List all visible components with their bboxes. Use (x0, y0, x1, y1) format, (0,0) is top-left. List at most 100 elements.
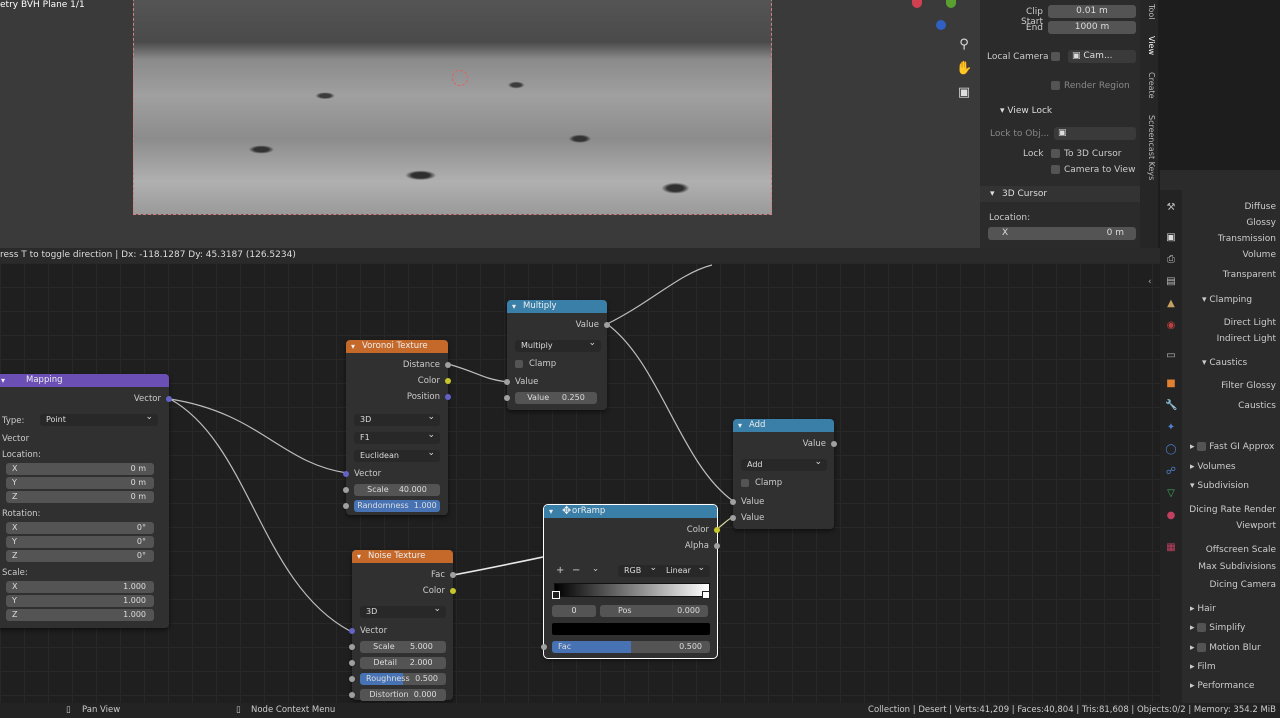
voronoi-metric-dropdown[interactable]: Euclidean (354, 447, 440, 462)
voronoi-header[interactable]: Voronoi Texture (346, 340, 448, 353)
sidebar-toggle-icon[interactable]: ‹ (1148, 277, 1152, 287)
clip-start-field[interactable]: 0.01 m (1048, 5, 1136, 18)
noise-fac-socket[interactable] (450, 572, 456, 578)
mapping-loc-x[interactable]: X 0 m (6, 463, 154, 475)
colorramp-mode-dropdown[interactable]: RGB (618, 562, 662, 577)
tab-create[interactable]: Create (1142, 72, 1156, 99)
simplify-panel-header[interactable]: ▸ Simplify (1190, 623, 1245, 633)
colorramp-node[interactable]: orRamp ✥ Color Alpha + − ⌄ RGB Linear 0 … (541, 504, 720, 659)
voronoi-scale-field[interactable]: Scale 40.000 (354, 484, 440, 496)
mapping-rot-z[interactable]: Z 0° (6, 550, 154, 562)
object-data-icon[interactable]: ▽ (1165, 488, 1177, 500)
noise-vector-socket[interactable] (349, 628, 355, 634)
fast-gi-checkbox[interactable] (1197, 442, 1207, 451)
gizmo-y-icon[interactable] (946, 0, 956, 8)
tool-icon[interactable]: ⚒ (1165, 202, 1177, 214)
colorramp-color-swatch[interactable] (552, 623, 710, 635)
voronoi-color-socket[interactable] (445, 378, 451, 384)
mapping-header[interactable]: Mapping (0, 374, 169, 387)
world-icon[interactable]: ◉ (1165, 320, 1177, 332)
collection-icon[interactable]: ▭ (1165, 350, 1177, 362)
gizmo-x-icon[interactable] (912, 0, 922, 8)
prop-dicing-rate-render[interactable]: Dicing Rate Render (1189, 505, 1276, 515)
add-stop-button[interactable]: + (556, 565, 564, 576)
voronoi-texture-node[interactable]: Voronoi Texture Distance Color Position … (343, 340, 451, 515)
colorramp-alpha-socket[interactable] (714, 543, 720, 549)
render-region-checkbox[interactable] (1051, 81, 1060, 90)
noise-scale-socket[interactable] (349, 644, 355, 650)
motion-blur-panel-header[interactable]: ▸ Motion Blur (1190, 643, 1261, 653)
add-clamp-checkbox[interactable] (741, 479, 749, 487)
add-value-a-socket[interactable] (730, 499, 736, 505)
mapping-node[interactable]: Mapping Vector Type: Point Vector Locati… (0, 374, 172, 628)
noise-distortion-field[interactable]: Distortion 0.000 (360, 689, 446, 701)
subdivision-panel-header[interactable]: ▾ Subdivision (1190, 481, 1249, 491)
clamping-panel-header[interactable]: ▾ Clamping (1202, 295, 1252, 305)
multiply-node[interactable]: Multiply Value Multiply Clamp Value Valu… (504, 300, 610, 410)
ramp-stop-black[interactable] (552, 591, 560, 599)
colorramp-pos-field[interactable]: Pos 0.000 (600, 605, 708, 617)
add-value-b-socket[interactable] (730, 515, 736, 521)
fast-gi-panel-header[interactable]: ▸ Fast GI Approx (1190, 442, 1274, 452)
hand-pan-icon[interactable]: ✋ (956, 61, 972, 77)
voronoi-randomness-socket[interactable] (343, 503, 349, 509)
gizmo-z-icon[interactable] (936, 20, 946, 30)
voronoi-distance-socket[interactable] (445, 362, 451, 368)
prop-indirect-light[interactable]: Indirect Light (1217, 334, 1276, 344)
prop-offscreen-scale[interactable]: Offscreen Scale (1206, 545, 1276, 555)
noise-roughness-socket[interactable] (349, 676, 355, 682)
prop-transmission[interactable]: Transmission (1218, 234, 1276, 244)
prop-max-subdivisions[interactable]: Max Subdivisions (1198, 562, 1276, 572)
view-layer-icon[interactable]: ▤ (1165, 276, 1177, 288)
lock-to-object-field[interactable]: ▣ (1054, 127, 1136, 140)
motion-blur-checkbox[interactable] (1197, 643, 1207, 652)
noise-roughness-field[interactable]: Roughness 0.500 (360, 673, 446, 685)
remove-stop-button[interactable]: − (572, 565, 580, 576)
texture-icon[interactable]: ▦ (1165, 542, 1177, 554)
constraints-icon[interactable]: ☍ (1165, 466, 1177, 478)
output-icon[interactable]: ⎙ (1165, 254, 1177, 266)
colorramp-index-field[interactable]: 0 (552, 605, 596, 617)
view-lock-header[interactable]: ▾ View Lock (1000, 106, 1052, 116)
color-ramp-gradient[interactable] (554, 583, 710, 597)
tab-view[interactable]: View (1142, 36, 1156, 55)
multiply-value2-socket[interactable] (504, 395, 510, 401)
tab-screencast-keys[interactable]: Screencast Keys (1142, 115, 1156, 180)
noise-texture-node[interactable]: Noise Texture Fac Color 3D Vector Scale … (349, 550, 456, 701)
mapping-type-dropdown[interactable]: Point (40, 411, 158, 426)
multiply-clamp-checkbox[interactable] (515, 360, 523, 368)
noise-dimensions-dropdown[interactable]: 3D (360, 603, 446, 618)
zoom-icon[interactable]: ⚲ (956, 37, 972, 53)
noise-color-socket[interactable] (450, 588, 456, 594)
prop-glossy[interactable]: Glossy (1246, 218, 1276, 228)
mapping-vector-output-socket[interactable] (166, 396, 172, 402)
modifier-wrench-icon[interactable]: 🔧 (1165, 400, 1177, 412)
voronoi-feature-dropdown[interactable]: F1 (354, 429, 440, 444)
caustics-panel-header[interactable]: ▾ Caustics (1202, 358, 1247, 368)
film-panel-header[interactable]: ▸ Film (1190, 662, 1216, 672)
mapping-loc-z[interactable]: Z 0 m (6, 491, 154, 503)
voronoi-vector-socket[interactable] (343, 471, 349, 477)
prop-caustics[interactable]: Caustics (1238, 401, 1276, 411)
voronoi-randomness-field[interactable]: Randomness 1.000 (354, 500, 440, 512)
performance-panel-header[interactable]: ▸ Performance (1190, 681, 1254, 691)
voronoi-dimensions-dropdown[interactable]: 3D (354, 411, 440, 426)
add-node[interactable]: Add Value Add Clamp Value Value (730, 419, 837, 529)
hair-panel-header[interactable]: ▸ Hair (1190, 604, 1216, 614)
mapping-scale-x[interactable]: X 1.000 (6, 581, 154, 593)
mapping-rot-y[interactable]: Y 0° (6, 536, 154, 548)
colorramp-fac-socket[interactable] (541, 644, 547, 650)
3d-cursor-panel-header[interactable]: ▾ 3D Cursor (980, 186, 1140, 202)
multiply-operation-dropdown[interactable]: Multiply (515, 337, 601, 352)
noise-distortion-socket[interactable] (349, 692, 355, 698)
object-icon[interactable]: ■ (1165, 378, 1177, 390)
ramp-stop-white[interactable] (702, 591, 710, 599)
multiply-value-input-socket[interactable] (504, 379, 510, 385)
scene-icon[interactable]: ▲ (1165, 298, 1177, 310)
multiply-header[interactable]: Multiply (507, 300, 607, 313)
prop-direct-light[interactable]: Direct Light (1224, 318, 1276, 328)
prop-dicing-camera[interactable]: Dicing Camera (1210, 580, 1276, 590)
lock-to-3d-cursor-checkbox[interactable] (1051, 149, 1060, 158)
colorramp-fac-field[interactable]: Fac 0.500 (552, 641, 710, 653)
voronoi-scale-socket[interactable] (343, 487, 349, 493)
